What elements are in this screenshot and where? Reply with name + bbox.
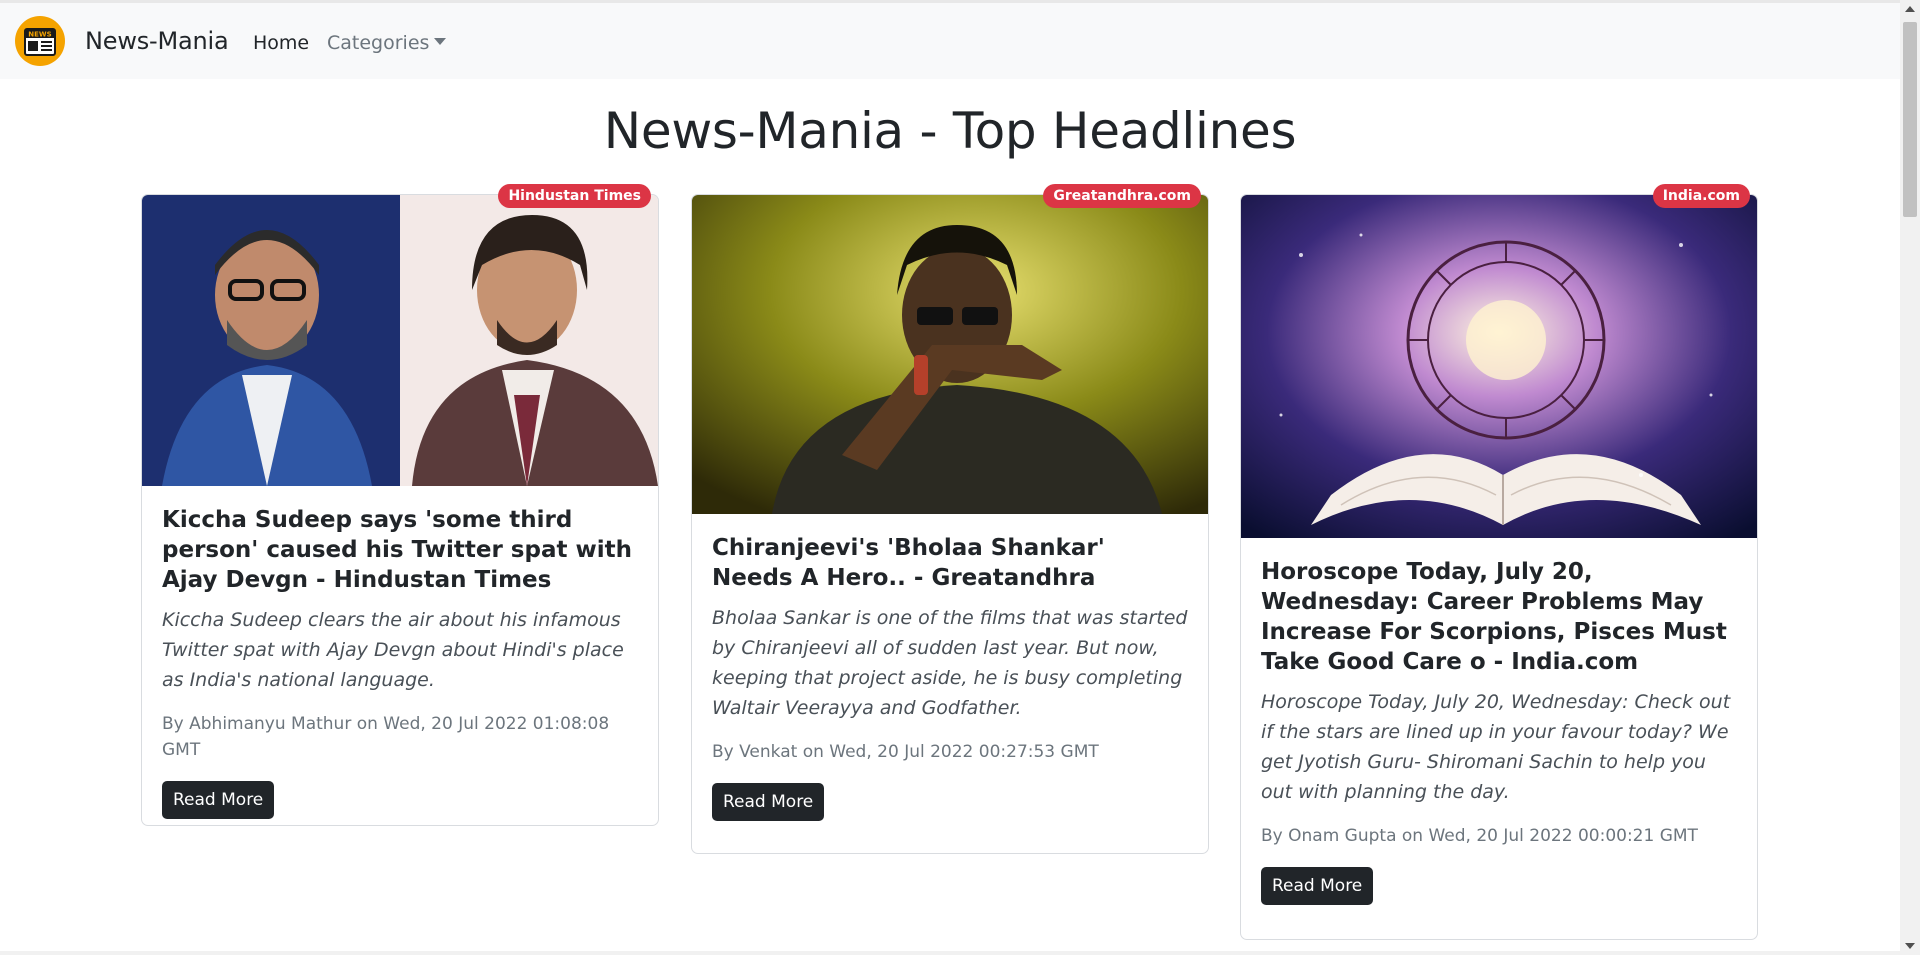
logo-text: NEWS	[28, 31, 51, 39]
scroll-thumb[interactable]	[1903, 22, 1917, 217]
horizontal-scrollbar[interactable]	[0, 951, 1900, 955]
news-byline: By Abhimanyu Mathur on Wed, 20 Jul 2022 …	[162, 714, 610, 760]
news-byline: By Onam Gupta on Wed, 20 Jul 2022 00:00:…	[1261, 826, 1698, 846]
brand-name[interactable]: News-Mania	[85, 27, 229, 55]
read-more-button[interactable]: Read More	[162, 781, 275, 819]
news-card: Hindustan Times Kiccha Sudeep says 'some…	[141, 184, 659, 826]
page-title: News-Mania - Top Headlines	[603, 102, 1297, 160]
news-byline: By Venkat on Wed, 20 Jul 2022 00:27:53 G…	[712, 742, 1099, 762]
newspaper-icon[interactable]: NEWS	[14, 15, 66, 67]
news-card: India.com Horoscope Today, July 20, Wedn…	[1240, 184, 1758, 940]
nav-categories-dropdown[interactable]: Categories	[327, 32, 447, 54]
source-badge: Hindustan Times	[498, 184, 651, 208]
scroll-down-icon[interactable]	[1905, 943, 1915, 949]
news-description: Kiccha Sudeep clears the air about his i…	[162, 609, 624, 691]
navbar: NEWS News-Mania Home Categories	[0, 3, 1900, 79]
caret-down-icon	[434, 38, 447, 45]
news-image	[142, 195, 658, 486]
nav-categories-label: Categories	[327, 32, 430, 54]
vertical-scrollbar[interactable]	[1900, 0, 1920, 955]
news-description: Bholaa Sankar is one of the films that w…	[712, 607, 1188, 719]
read-more-button[interactable]: Read More	[1261, 867, 1374, 905]
news-card: Greatandhra.com Chiranjeevi's 'Bholaa Sh…	[691, 184, 1209, 854]
news-title[interactable]: Chiranjeevi's 'Bholaa Shankar' Needs A H…	[712, 533, 1188, 593]
read-more-button[interactable]: Read More	[712, 783, 825, 821]
scroll-up-icon[interactable]	[1905, 6, 1915, 12]
news-title[interactable]: Kiccha Sudeep says 'some third person' c…	[162, 505, 638, 595]
nav-home-link[interactable]: Home	[253, 32, 309, 54]
news-image	[1241, 195, 1757, 538]
news-title[interactable]: Horoscope Today, July 20, Wednesday: Car…	[1261, 557, 1737, 677]
news-image	[692, 195, 1208, 514]
source-badge: India.com	[1652, 184, 1750, 208]
news-description: Horoscope Today, July 20, Wednesday: Che…	[1261, 691, 1731, 803]
source-badge: Greatandhra.com	[1043, 184, 1201, 208]
